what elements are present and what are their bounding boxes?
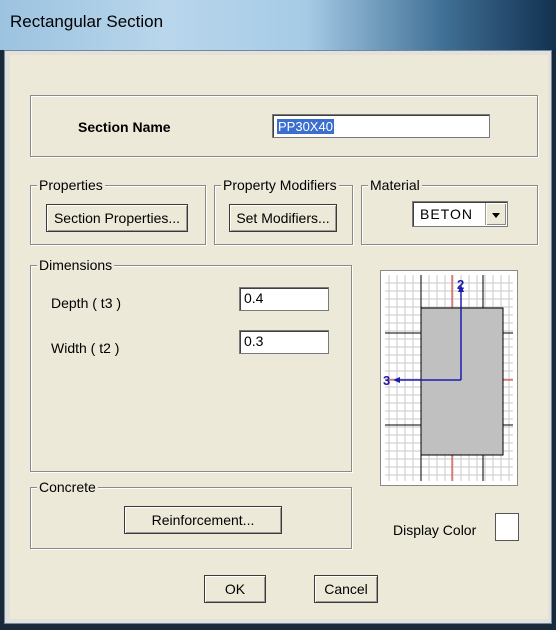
property-modifiers-group-label: Property Modifiers	[221, 177, 339, 193]
reinforcement-button[interactable]: Reinforcement...	[124, 506, 282, 534]
cancel-button[interactable]: Cancel	[314, 575, 378, 603]
window-title-bar[interactable]: Rectangular Section	[0, 0, 556, 50]
property-modifiers-group: Property Modifiers Set Modifiers...	[214, 177, 353, 245]
dialog-body: Section Name PP30X40 Properties Section …	[10, 55, 548, 619]
display-color-swatch[interactable]	[495, 513, 519, 541]
width-input[interactable]: 0.3	[239, 330, 329, 354]
section-preview: 2 3	[380, 270, 518, 486]
width-label: Width ( t2 )	[51, 340, 120, 356]
concrete-group: Concrete Reinforcement...	[30, 479, 352, 549]
section-properties-button[interactable]: Section Properties...	[46, 204, 188, 232]
section-preview-canvas: 2 3	[383, 275, 513, 481]
ok-button[interactable]: OK	[204, 575, 266, 603]
section-name-label: Section Name	[78, 119, 171, 135]
material-dropdown-arrow-icon[interactable]	[485, 203, 506, 225]
properties-group: Properties Section Properties...	[30, 177, 206, 245]
window-title: Rectangular Section	[10, 12, 164, 31]
depth-label: Depth ( t3 )	[51, 295, 122, 311]
dimensions-group: Dimensions Depth ( t3 ) 0.4 Width ( t2 )…	[30, 257, 352, 472]
material-group: Material BETON	[361, 177, 538, 245]
section-name-group: Section Name PP30X40	[30, 95, 538, 157]
section-name-input[interactable]: PP30X40	[272, 114, 490, 138]
display-color-label: Display Color	[393, 522, 477, 538]
axis-2-label: 2	[457, 277, 464, 292]
axis-3-label: 3	[383, 373, 390, 388]
depth-input[interactable]: 0.4	[239, 287, 329, 311]
properties-group-label: Properties	[37, 177, 105, 193]
dimensions-group-label: Dimensions	[37, 257, 115, 273]
material-group-label: Material	[368, 177, 422, 193]
material-selected-value: BETON	[420, 206, 473, 222]
set-modifiers-button[interactable]: Set Modifiers...	[229, 204, 337, 232]
concrete-group-label: Concrete	[37, 479, 98, 495]
dialog-frame: Section Name PP30X40 Properties Section …	[4, 50, 552, 624]
section-rectangle	[420, 307, 504, 456]
section-name-value: PP30X40	[277, 119, 334, 134]
material-select[interactable]: BETON	[412, 201, 508, 227]
